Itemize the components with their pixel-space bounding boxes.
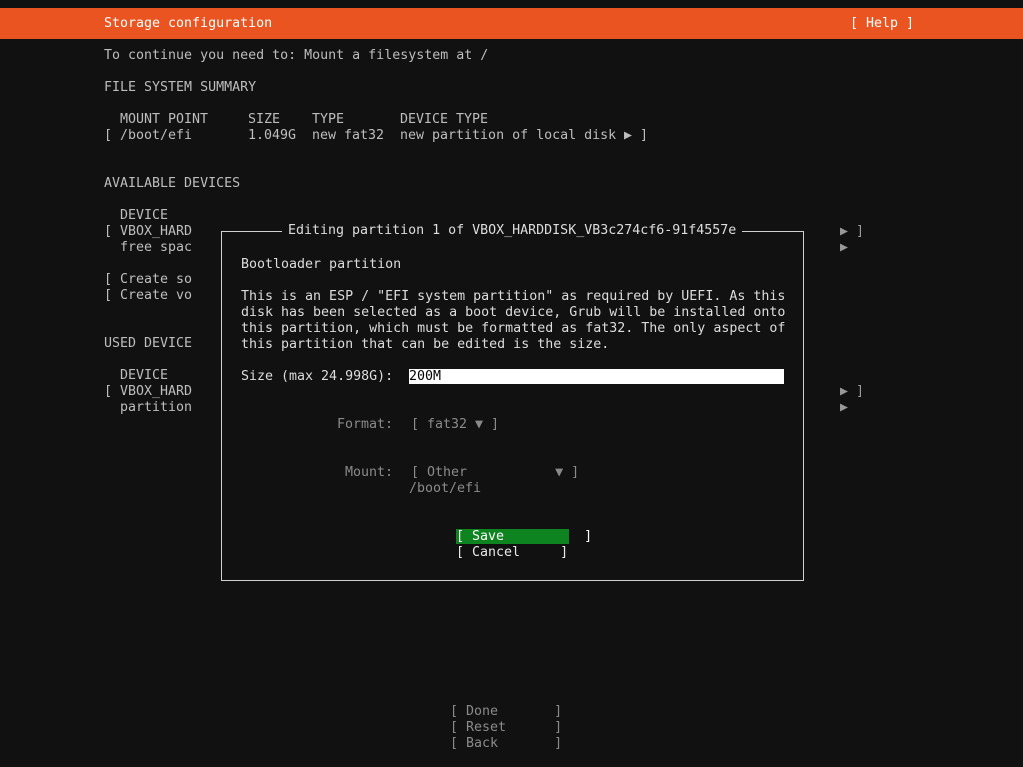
dialog-description-line: disk has been selected as a boot device,… xyxy=(241,305,786,320)
format-label: Format: xyxy=(337,417,394,432)
create-software-raid-button[interactable]: [ Create so xyxy=(104,272,192,288)
mount-path-value: /boot/efi xyxy=(409,481,482,496)
create-volume-group-button[interactable]: [ Create vo xyxy=(104,288,192,304)
available-devices-heading: AVAILABLE DEVICES xyxy=(104,176,241,191)
format-select[interactable]: [ fat32 ▼ ] xyxy=(411,417,499,433)
free-space-arrow-icon[interactable]: ▶ xyxy=(840,240,848,256)
back-button[interactable]: [ Back ] xyxy=(450,736,562,752)
col-mount-point: MOUNT POINT xyxy=(120,112,209,127)
instruction-text: To continue you need to: Mount a filesys… xyxy=(104,48,489,63)
help-button[interactable]: [ Help ] xyxy=(850,16,914,32)
size-input[interactable] xyxy=(409,369,784,384)
used-device-arrow-icon[interactable]: ▶ ] xyxy=(840,384,864,400)
col-size: SIZE xyxy=(248,112,281,127)
dialog-title: Editing partition 1 of VBOX_HARDDISK_VB3… xyxy=(282,223,743,239)
fs-summary-heading: FILE SYSTEM SUMMARY xyxy=(104,80,257,95)
row-close-bracket: ] xyxy=(640,128,649,143)
used-partition-row[interactable]: partition xyxy=(120,400,192,416)
available-device-arrow-icon[interactable]: ▶ ] xyxy=(840,224,864,240)
free-space-row[interactable]: free spac xyxy=(120,240,192,256)
dialog-description-line: this partition that can be edited is the… xyxy=(241,337,610,352)
available-device-row[interactable]: VBOX_HARD xyxy=(120,224,192,240)
edit-partition-dialog: Editing partition 1 of VBOX_HARDDISK_VB3… xyxy=(221,223,804,581)
available-col-device: DEVICE xyxy=(120,208,169,223)
size-label: Size (max 24.998G): xyxy=(241,369,394,384)
row-type: new fat32 xyxy=(312,128,385,143)
col-type: TYPE xyxy=(312,112,345,127)
row-menu-arrow-icon[interactable]: ▶ xyxy=(624,128,632,144)
title-bar: Storage configuration [ Help ] xyxy=(0,8,1023,39)
row-device-type: new partition of local disk xyxy=(400,128,617,143)
row-mount: /boot/efi xyxy=(120,128,193,143)
done-button[interactable]: [ Done ] xyxy=(450,704,562,720)
reset-button[interactable]: [ Reset ] xyxy=(450,720,562,736)
cancel-button[interactable]: [ Cancel ] xyxy=(456,545,568,561)
row-open-bracket: [ xyxy=(104,128,113,143)
save-button[interactable]: [ Save ] xyxy=(456,529,592,544)
available-device-open-bracket: [ xyxy=(104,224,113,239)
dialog-subtitle: Bootloader partition xyxy=(241,257,402,272)
used-devices-heading: USED DEVICE xyxy=(104,336,193,351)
row-size: 1.049G xyxy=(248,128,297,143)
mount-label: Mount: xyxy=(345,465,394,480)
page-title: Storage configuration xyxy=(104,16,273,31)
used-device-open-bracket: [ xyxy=(104,384,113,399)
dialog-description-line: this partition, which must be formatted … xyxy=(241,321,786,336)
used-col-device: DEVICE xyxy=(120,368,169,383)
dialog-description-line: This is an ESP / "EFI system partition" … xyxy=(241,289,786,304)
used-device-row[interactable]: VBOX_HARD xyxy=(120,384,192,400)
mount-select[interactable]: [ Other ▼ ] xyxy=(411,465,579,481)
used-partition-arrow-icon[interactable]: ▶ xyxy=(840,400,848,416)
col-device-type: DEVICE TYPE xyxy=(400,112,489,127)
